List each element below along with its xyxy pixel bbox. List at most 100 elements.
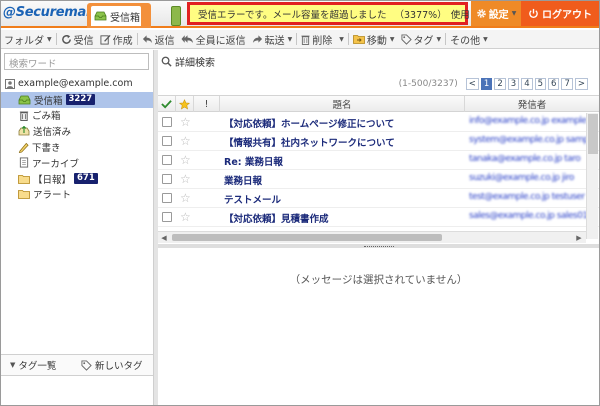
message-subject: 業務日報 [224,176,263,187]
scrollbar-thumb[interactable] [172,234,442,241]
message-list-scrollbar-vertical[interactable] [586,113,598,239]
reply-button[interactable]: 返信 [139,30,178,49]
sidebar-item-archive[interactable]: アーカイブ [1,155,153,171]
folder-menu-button[interactable]: フォルダ ▼ [1,30,55,49]
tab-inbox[interactable]: 受信箱 [87,3,151,28]
toolbar-divider [445,33,447,45]
star-column[interactable] [176,96,194,112]
new-tag-label: 新しいタグ [95,361,143,372]
message-row[interactable]: ☆ Re: 業務日報 tanaka@example.co.jp taro [158,151,599,170]
row-checkbox[interactable] [162,193,172,203]
toolbar-divider [136,33,138,45]
row-checkbox[interactable] [162,174,172,184]
scrollbar-thumb[interactable] [588,114,598,154]
row-checkbox[interactable] [162,117,172,127]
unread-count-badge: 671 [74,173,98,185]
receive-button[interactable]: 受信 [58,30,97,49]
star-icon[interactable]: ☆ [180,134,191,148]
chevron-down-icon: ▼ [511,10,517,17]
sidebar-item-sent[interactable]: 送信済み [1,123,153,139]
toolbar: フォルダ ▼ 受信 作成 返信 全員に返信 転送 ▼ 削除 ▼ 移動 ▼ タグ … [1,30,599,49]
app-window: @Securemail 受信箱 受信エラーです。メール容量を超過しました （33… [0,0,600,406]
message-row[interactable]: ☆ 【対応依頼】ホームページ修正について info@example.co.jp … [158,113,599,132]
message-row[interactable]: ☆ テストメール test@example.co.jp testuser [158,189,599,208]
new-tag-button[interactable]: 新しいタグ [81,358,143,372]
alert-percent: （3377%） [394,9,447,21]
star-icon[interactable]: ☆ [180,115,191,129]
unread-count-badge: 3227 [65,94,96,106]
row-checkbox[interactable] [162,136,172,146]
trash-icon [301,35,310,45]
splitter-grip [363,245,394,247]
tab-inbox-body[interactable]: 受信箱 [91,6,141,26]
folder-menu-label: フォルダ [4,35,44,47]
row-checkbox[interactable] [162,155,172,165]
row-checkbox[interactable] [162,212,172,222]
page-3-button[interactable]: 3 [507,78,520,90]
account-node[interactable]: example@example.com [1,76,153,92]
scroll-left-icon[interactable]: ◀ [159,232,169,243]
delete-options-button[interactable]: ▼ [335,30,347,49]
message-row[interactable]: ☆ 業務日報 suzuki@example.co.jp jiro [158,170,599,189]
scroll-right-icon[interactable]: ▶ [574,232,584,243]
gear-icon [476,9,486,18]
message-list-scrollbar-horizontal[interactable]: ◀ ▶ [158,231,586,243]
settings-button[interactable]: 設定 ▼ [471,1,521,26]
sidebar-item-daily-report[interactable]: 【日報】 671 [1,171,153,187]
more-button[interactable]: その他 ▼ [447,30,491,49]
sender-column[interactable]: 発信者 [465,96,599,112]
sidebar-item-drafts[interactable]: 下書き [1,139,153,155]
account-label: example@example.com [18,78,133,90]
sidebar-item-label: 【日報】 [33,174,72,186]
star-icon[interactable]: ☆ [180,172,191,186]
reply-all-button[interactable]: 全員に返信 [178,30,249,49]
sidebar-item-label: 受信箱 [34,95,63,107]
star-icon[interactable]: ☆ [180,210,191,224]
page-6-button[interactable]: 6 [548,78,560,90]
toolbar-divider [347,33,349,45]
page-7-button[interactable]: 7 [561,78,573,90]
chevron-down-icon: ▼ [47,35,52,43]
logout-button[interactable]: ログアウト [521,1,599,26]
page-5-button[interactable]: 5 [534,78,547,90]
inbox-icon [94,11,107,21]
chevron-down-icon: ▼ [389,35,395,43]
message-row[interactable]: ☆ 【情報共有】社内ネットワークについて system@example.co.j… [158,132,599,151]
star-icon[interactable]: ☆ [180,191,191,205]
tag-button[interactable]: タグ ▼ [398,30,445,49]
subject-column[interactable]: 題名 [220,96,465,112]
compose-button[interactable]: 作成 [97,30,136,49]
page-2-button[interactable]: 2 [494,78,506,90]
priority-column[interactable]: ! [194,96,220,112]
delete-button[interactable]: 削除 [298,30,335,49]
trash-icon [19,111,29,121]
folder-search-input[interactable]: 検索ワード [4,53,149,70]
alert-used: 使用 [450,9,470,21]
new-tag-icon [81,359,92,371]
move-button[interactable]: 移動 ▼ [350,30,398,49]
message-subject: Re: 業務日報 [224,157,283,168]
alert-message: 受信エラーです。メール容量を超過しました [198,9,387,21]
star-icon [179,98,190,109]
compose-label: 作成 [112,35,133,47]
page-prev-button[interactable]: < [465,78,479,90]
sidebar-item-inbox[interactable]: 受信箱 3227 [1,91,153,108]
delete-label: 削除 [312,35,333,47]
page-next-button[interactable]: > [574,78,588,90]
message-row[interactable]: ☆ 【対応依頼】見積書作成 sales@example.co.jp sales0… [158,208,599,227]
sidebar-item-alert[interactable]: アラート [1,187,153,203]
page-1-button[interactable]: 1 [480,78,493,90]
tag-list-toggle[interactable]: ▼ タグ一覧 [1,358,81,372]
message-sender: system@example.co.jp sample [469,135,596,145]
star-icon[interactable]: ☆ [180,153,191,167]
tab-secondary[interactable] [171,6,181,26]
inbox-icon [18,95,31,105]
page-4-button[interactable]: 4 [521,78,533,90]
sidebar-item-trash[interactable]: ごみ箱 [1,108,153,124]
select-all-column[interactable] [158,96,176,112]
message-sender: test@example.co.jp testuser [469,192,585,202]
tag-label: タグ [413,35,434,47]
message-sender: sales@example.co.jp sales01 [469,211,588,221]
forward-button[interactable]: 転送 ▼ [249,30,296,49]
advanced-search-button[interactable]: 詳細検索 [158,50,599,72]
